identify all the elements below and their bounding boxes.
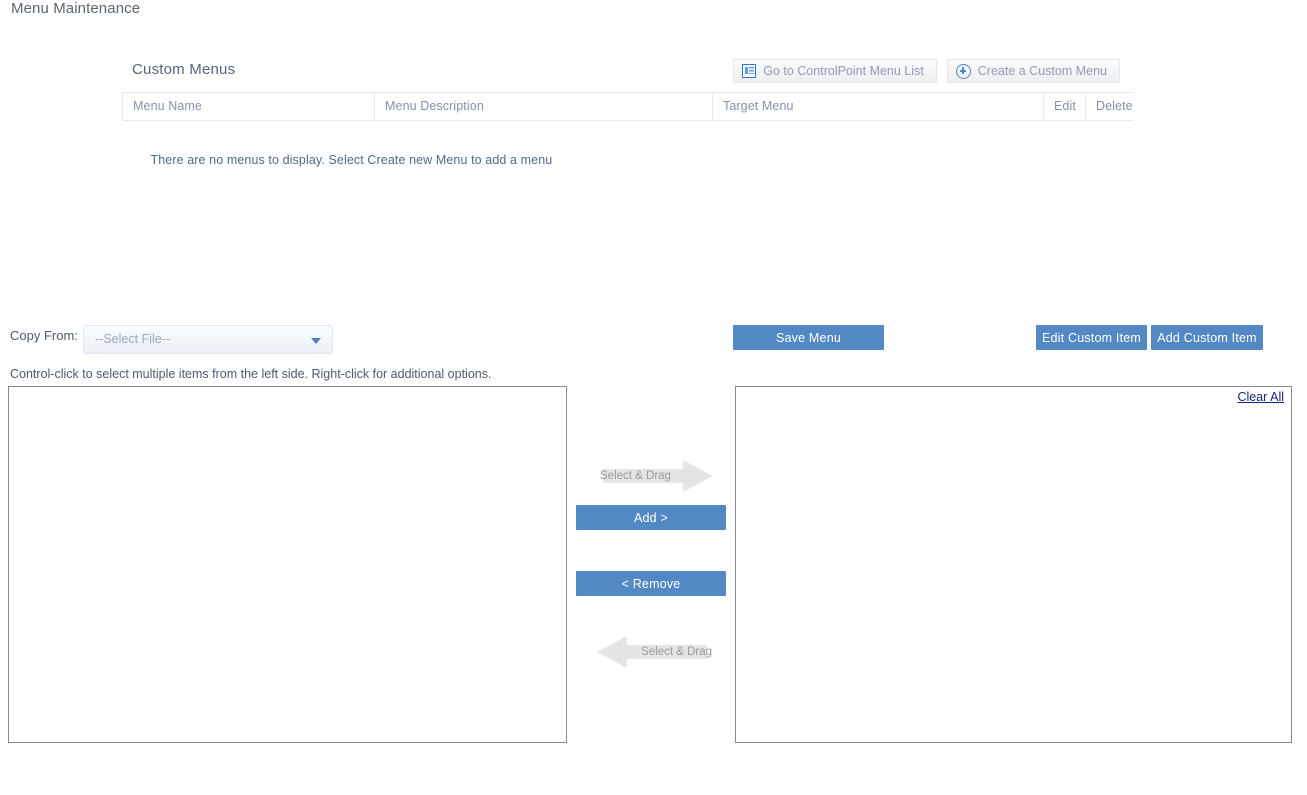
page-title: Menu Maintenance [11,0,141,17]
drag-hint-top-label: Select & Drag [600,470,671,482]
custom-menus-header: Custom Menus Go to ControlPoint Menu Lis… [122,52,1132,92]
available-items-list[interactable] [8,386,567,743]
copy-from-label: Copy From: [10,328,78,343]
column-header-delete: Delete [1085,92,1133,121]
clear-all-link[interactable]: Clear All [1237,390,1284,404]
remove-items-button[interactable]: < Remove [576,571,726,596]
go-to-controlpoint-menu-list-label: Go to ControlPoint Menu List [763,64,924,78]
custom-menus-table-body: There are no menus to display. Select Cr… [123,121,1133,167]
column-header-menu-name[interactable]: Menu Name [122,92,375,121]
add-items-button[interactable]: Add > [576,505,726,530]
custom-menus-toolbar: Go to ControlPoint Menu List Create a Cu… [733,59,1120,83]
empty-state-row: There are no menus to display. Select Cr… [123,121,1133,167]
menu-maintenance-page: Menu Maintenance Custom Menus Go to Cont… [0,0,1307,795]
selection-hint-text: Control-click to select multiple items f… [10,367,492,381]
create-custom-menu-label: Create a Custom Menu [977,64,1107,78]
column-header-target-menu[interactable]: Target Menu [712,92,1044,121]
go-to-controlpoint-menu-list-button[interactable]: Go to ControlPoint Menu List [733,59,937,83]
edit-custom-item-button[interactable]: Edit Custom Item [1036,325,1147,350]
custom-menus-section: Custom Menus Go to ControlPoint Menu Lis… [122,52,1133,167]
drag-hint-to-left: Select & Drag [597,633,717,671]
table-header-row: Menu Name Menu Description Target Menu E… [122,92,1133,121]
selected-items-list[interactable]: Clear All [735,386,1292,743]
drag-hint-to-right: Select & Drag [595,457,713,495]
save-menu-button[interactable]: Save Menu [733,325,884,350]
custom-menus-table: Menu Name Menu Description Target Menu E… [122,92,1133,167]
add-custom-item-button[interactable]: Add Custom Item [1151,325,1263,350]
section-title: Custom Menus [132,61,236,78]
drag-hint-bottom-label: Select & Drag [641,646,712,658]
chevron-down-icon [311,338,321,344]
empty-state-message: There are no menus to display. Select Cr… [150,153,553,167]
list-icon [742,64,757,78]
copy-from-selected-value: --Select File-- [95,332,171,346]
plus-circle-icon [955,63,971,79]
column-header-edit: Edit [1043,92,1086,121]
copy-from-select[interactable]: --Select File-- [83,325,333,354]
create-custom-menu-button[interactable]: Create a Custom Menu [946,59,1120,83]
column-header-menu-description[interactable]: Menu Description [374,92,713,121]
